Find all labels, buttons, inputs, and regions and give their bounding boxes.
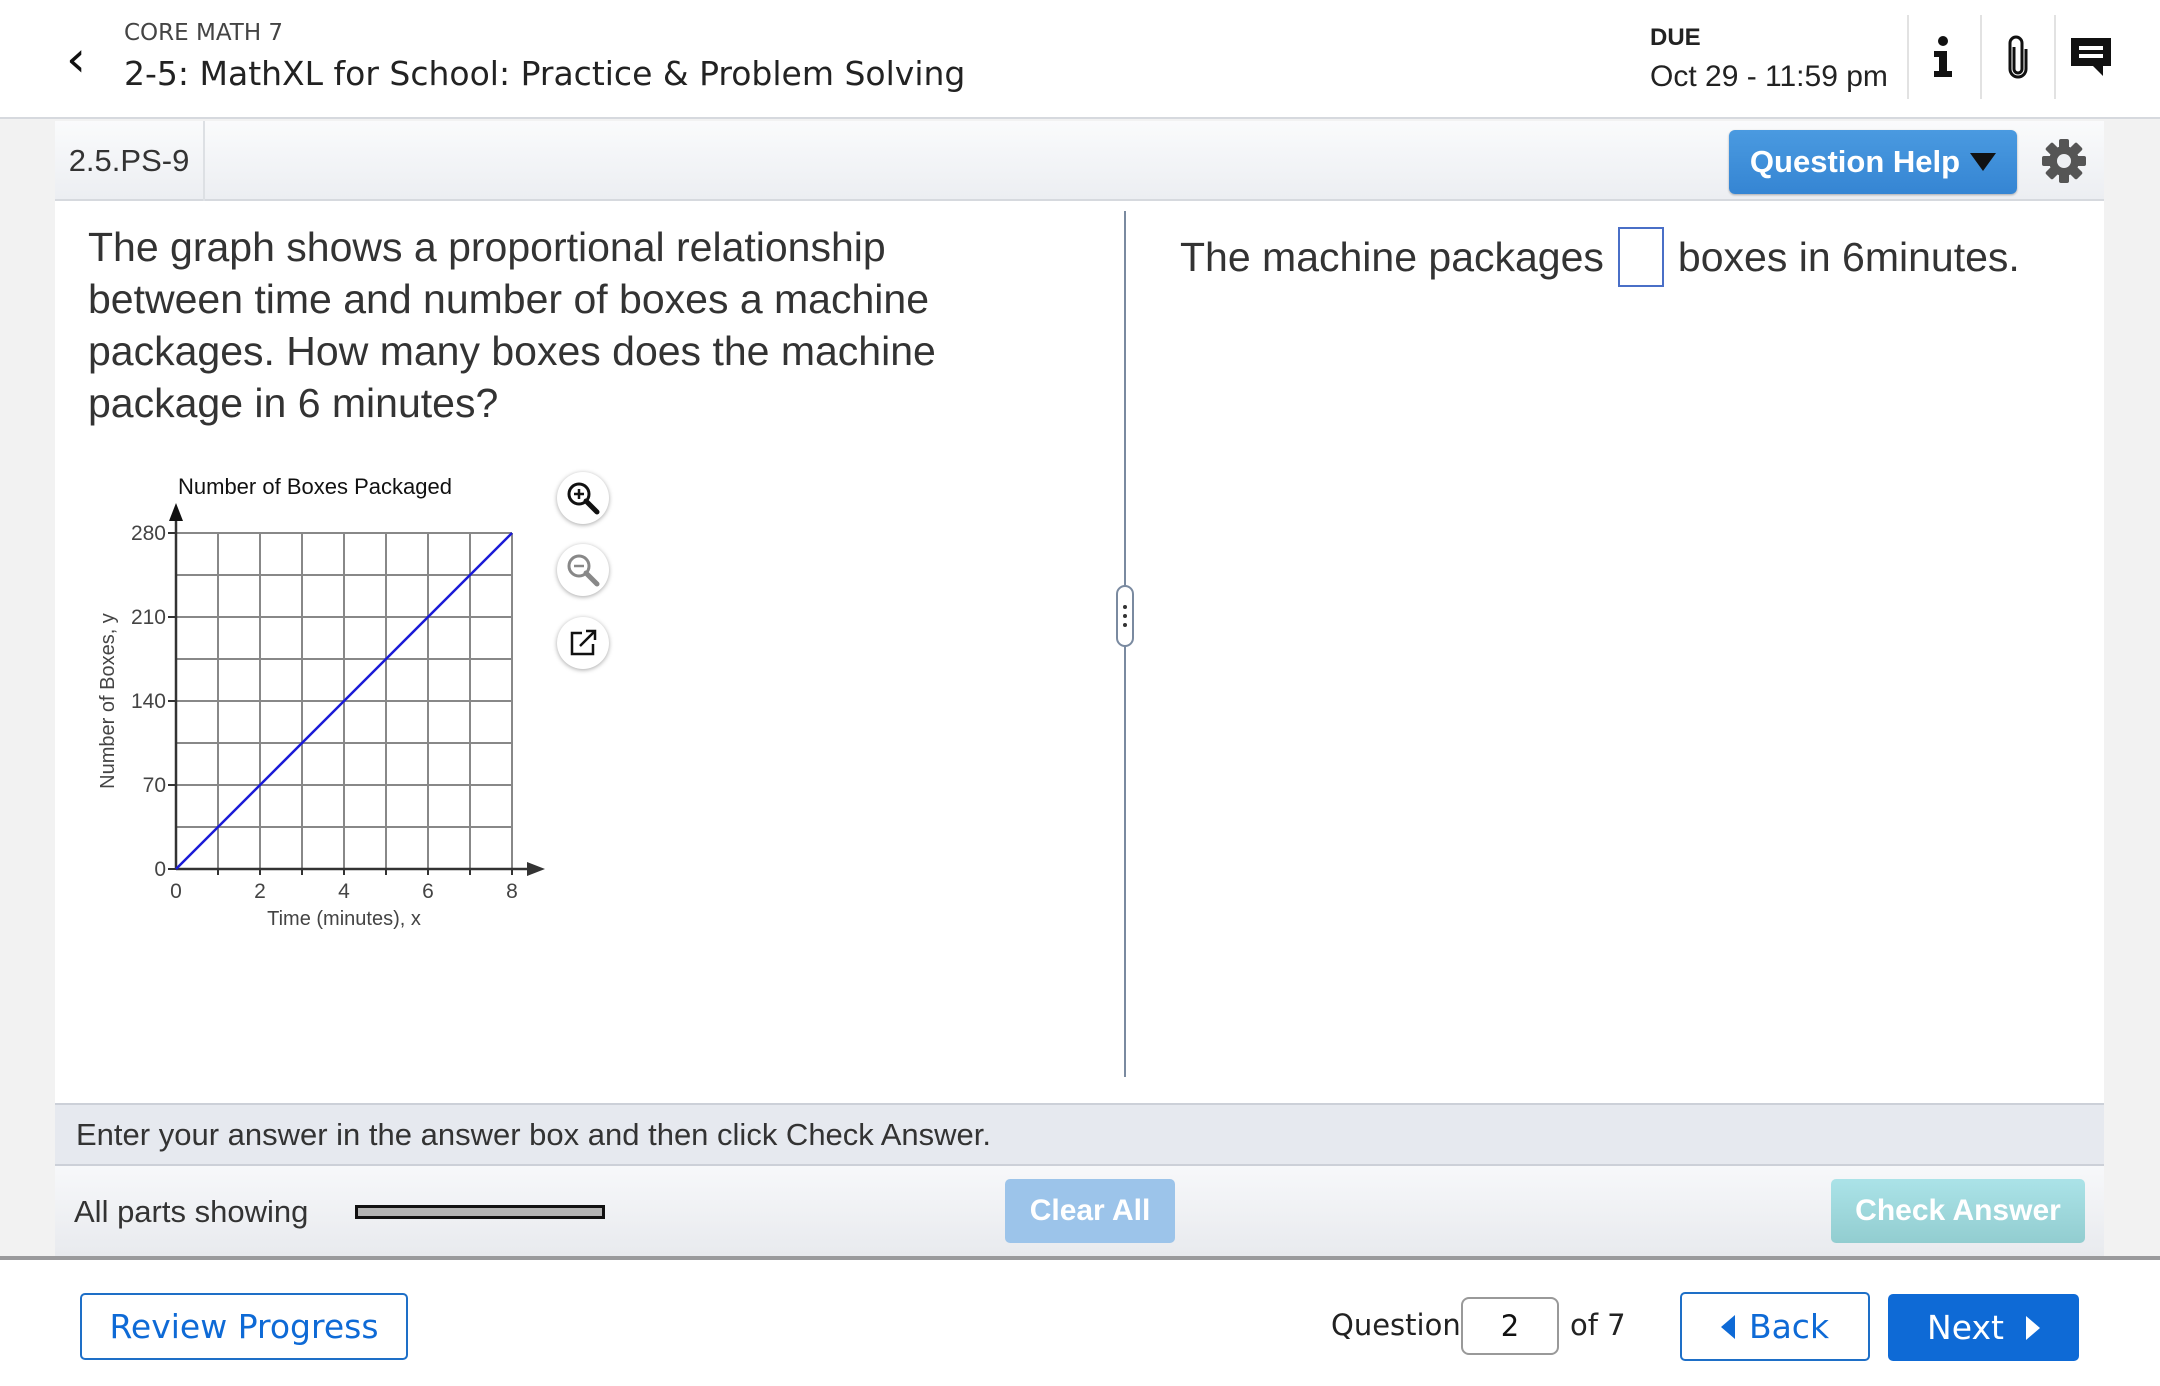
zoom-out-icon [567, 554, 600, 587]
review-progress-button[interactable]: Review Progress [80, 1293, 408, 1360]
x-tick-label: 4 [338, 880, 350, 903]
header: ‹ CORE MATH 7 2-5: MathXL for School: Pr… [0, 0, 2160, 119]
question-panel: The graph shows a proportional relations… [55, 201, 2104, 1103]
back-button[interactable]: Back [1680, 1292, 1870, 1361]
y-axis-label: Number of Boxes, y [97, 613, 119, 789]
answer-input[interactable] [1617, 227, 1664, 287]
zoom-in-button[interactable] [557, 472, 609, 524]
y-tick-label: 280 [131, 522, 166, 545]
check-answer-button[interactable]: Check Answer [1831, 1179, 2085, 1243]
messages-button[interactable] [2056, 22, 2126, 92]
caret-left-icon [1720, 1314, 1735, 1339]
answer-prefix: The machine packages [1180, 233, 1604, 280]
question-total: of 7 [1570, 1308, 1626, 1342]
question-number-input[interactable]: 2 [1461, 1297, 1559, 1355]
x-tick-label: 6 [422, 880, 434, 903]
answer-statement: The machine packages boxes in 6minutes. [1180, 227, 2020, 287]
course-name: CORE MATH 7 [124, 20, 284, 46]
zoom-out-button[interactable] [557, 544, 609, 596]
back-chevron-icon[interactable]: ‹ [66, 30, 86, 88]
instruction-bar: Enter your answer in the answer box and … [55, 1103, 2104, 1166]
x-tick-label: 8 [506, 880, 518, 903]
y-axis-arrow [169, 503, 183, 521]
next-button[interactable]: Next [1888, 1294, 2079, 1361]
paperclip-icon [2008, 35, 2028, 79]
footer-nav: Review Progress Question 2 of 7 Back Nex… [0, 1256, 2160, 1386]
info-icon [1934, 36, 1952, 77]
due-label: DUE [1650, 24, 1701, 51]
open-graph-button[interactable] [557, 617, 609, 669]
next-label: Next [1927, 1308, 2004, 1347]
graph: 0 2 4 6 8 0 70 140 210 280 Number of Boxes Package… [97, 474, 545, 930]
question-help-button[interactable]: Question Help [1729, 130, 2017, 194]
message-icon [2071, 38, 2111, 76]
chart-title: Number of Boxes Packaged [178, 474, 452, 499]
assignment-title: 2-5: MathXL for School: Practice & Probl… [124, 54, 966, 93]
resize-handle[interactable] [1116, 585, 1134, 647]
caret-right-icon [2025, 1315, 2040, 1340]
info-button[interactable] [1908, 22, 1978, 92]
question-help-label: Question Help [1749, 144, 1961, 179]
question-id: 2.5.PS-9 [55, 121, 205, 201]
back-label: Back [1748, 1307, 1830, 1346]
y-tick-label: 0 [154, 858, 166, 881]
open-external-icon [570, 629, 597, 656]
answer-suffix: boxes in 6minutes. [1677, 233, 2020, 280]
y-tick-label: 210 [131, 606, 166, 629]
caret-down-icon [1970, 153, 1997, 171]
x-tick-label: 2 [254, 880, 266, 903]
answer-actions-bar: All parts showing Clear All Check Answer [55, 1166, 2104, 1256]
y-tick-label: 70 [143, 774, 166, 797]
x-tick-label: 0 [170, 880, 182, 903]
gear-icon[interactable] [2040, 137, 2088, 185]
y-tick-label: 140 [131, 690, 166, 713]
parts-progress-bar [355, 1205, 605, 1219]
due-date: Oct 29 - 11:59 pm [1650, 60, 1888, 93]
clear-all-button[interactable]: Clear All [1005, 1179, 1175, 1243]
x-axis-label: Time (minutes), x [267, 908, 421, 930]
x-axis-arrow [527, 862, 545, 876]
attachments-button[interactable] [1982, 22, 2052, 92]
question-toolbar: 2.5.PS-9 Question Help [55, 121, 2104, 201]
parts-label: All parts showing [74, 1194, 309, 1229]
question-label: Question [1331, 1308, 1461, 1342]
zoom-in-icon [567, 482, 600, 515]
